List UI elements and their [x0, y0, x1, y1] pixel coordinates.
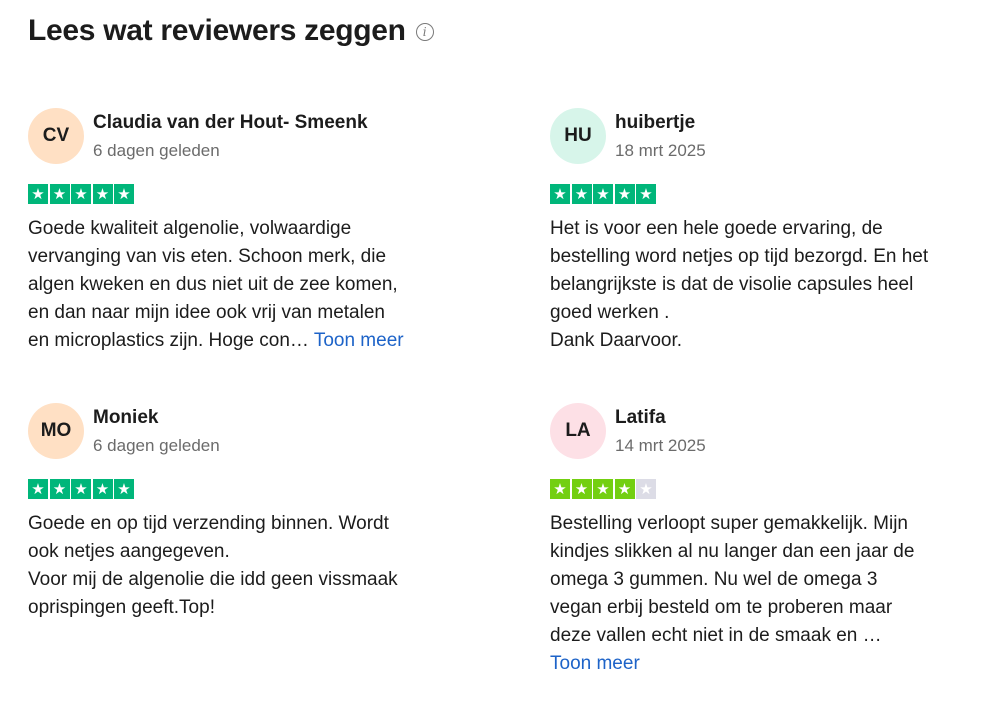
review-card: LA Latifa 14 mrt 2025 ★ ★ ★ ★ ★ Bestelling verlo… [550, 403, 980, 678]
review-text: Goede en op tijd verzending binnen. Word… [28, 510, 458, 622]
review-date: 6 dagen geleden [93, 436, 220, 455]
reviewer-name[interactable]: Latifa [615, 406, 706, 430]
review-text-content: Goede en op tijd verzending binnen. Word… [28, 513, 398, 618]
review-header: HU huibertje 18 mrt 2025 [550, 108, 980, 164]
star-empty-icon: ★ [636, 479, 656, 499]
star-rating: ★ ★ ★ ★ ★ [28, 479, 458, 500]
review-date: 18 mrt 2025 [615, 141, 706, 160]
star-filled-icon: ★ [614, 184, 635, 204]
reviewer-name[interactable]: huibertje [615, 111, 706, 135]
review-header: LA Latifa 14 mrt 2025 [550, 403, 980, 459]
star-filled-icon: ★ [71, 479, 91, 499]
review-header: CV Claudia van der Hout- Smeenk 6 dagen ge… [28, 108, 458, 164]
star-filled-icon: ★ [636, 184, 656, 204]
star-rating: ★ ★ ★ ★ ★ [28, 184, 458, 205]
star-filled-icon: ★ [114, 184, 134, 204]
reviewer-name[interactable]: Claudia van der Hout- Smeenk [93, 111, 368, 135]
star-filled-icon: ★ [114, 479, 134, 499]
avatar[interactable]: CV [28, 108, 84, 164]
star-filled-icon: ★ [49, 479, 70, 499]
reviewer-name[interactable]: Moniek [93, 406, 220, 430]
review-meta: Latifa 14 mrt 2025 [615, 403, 706, 458]
star-filled-icon: ★ [28, 479, 48, 499]
star-filled-icon: ★ [92, 479, 113, 499]
star-filled-icon: ★ [593, 479, 613, 499]
review-card: CV Claudia van der Hout- Smeenk 6 dagen ge… [28, 108, 458, 355]
star-filled-icon: ★ [571, 184, 592, 204]
show-more-link[interactable]: Toon meer [550, 653, 640, 674]
star-filled-icon: ★ [71, 184, 91, 204]
review-date: 6 dagen geleden [93, 141, 220, 160]
star-filled-icon: ★ [49, 184, 70, 204]
star-rating: ★ ★ ★ ★ ★ [550, 479, 980, 500]
star-filled-icon: ★ [550, 479, 570, 499]
review-date: 14 mrt 2025 [615, 436, 706, 455]
review-text: Het is voor een hele goede ervaring, de … [550, 215, 980, 355]
review-text-content: Bestelling verloopt super gemakkelijk. M… [550, 513, 915, 646]
star-rating: ★ ★ ★ ★ ★ [550, 184, 980, 205]
show-more-link[interactable]: Toon meer [314, 330, 404, 351]
review-text: Bestelling verloopt super gemakkelijk. M… [550, 510, 980, 678]
star-filled-icon: ★ [550, 184, 570, 204]
info-icon[interactable]: i [415, 23, 434, 41]
star-filled-icon: ★ [571, 479, 592, 499]
review-card: MO Moniek 6 dagen geleden ★ ★ ★ ★ ★ Goede en op … [28, 403, 458, 622]
avatar[interactable]: LA [550, 403, 606, 459]
star-filled-icon: ★ [28, 184, 48, 204]
star-filled-icon: ★ [92, 184, 113, 204]
review-text-content: Het is voor een hele goede ervaring, de … [550, 218, 929, 351]
avatar[interactable]: HU [550, 108, 606, 164]
review-meta: huibertje 18 mrt 2025 [615, 108, 706, 163]
star-filled-icon: ★ [593, 184, 613, 204]
review-meta: Moniek 6 dagen geleden [93, 403, 220, 458]
review-text: Goede kwaliteit algenolie, volwaardige v… [28, 215, 458, 355]
review-meta: Claudia van der Hout- Smeenk 6 dagen gele… [93, 108, 368, 163]
page-title: Lees wat reviewers zeggen [28, 14, 406, 47]
review-card: HU huibertje 18 mrt 2025 ★ ★ ★ ★ ★ Het is voor e… [550, 108, 980, 355]
avatar[interactable]: MO [28, 403, 84, 459]
review-header: MO Moniek 6 dagen geleden [28, 403, 458, 459]
reviews-header: Lees wat reviewers zeggen i [28, 14, 434, 48]
star-filled-icon: ★ [614, 479, 635, 499]
